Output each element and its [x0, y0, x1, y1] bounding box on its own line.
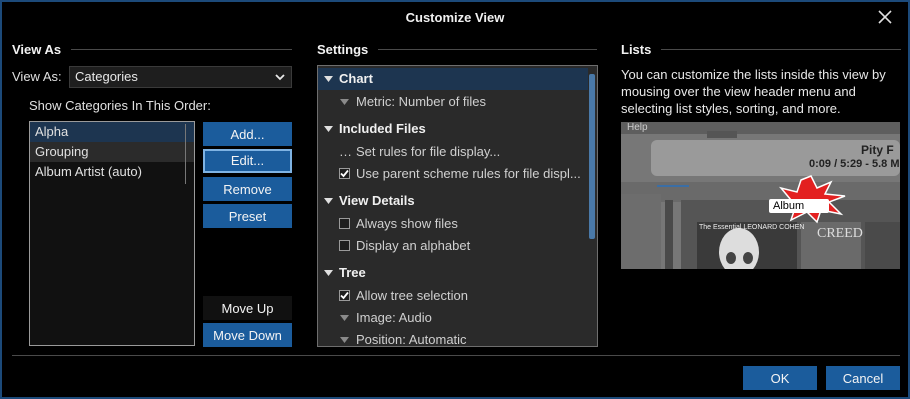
- scrollbar-thumb[interactable]: [589, 74, 595, 239]
- settings-section-title: Settings: [317, 41, 369, 57]
- section-divider: [661, 48, 901, 50]
- setting-allow-tree-selection[interactable]: Allow tree selection: [318, 285, 588, 307]
- section-divider: [378, 48, 597, 50]
- expanded-triangle-icon: [324, 198, 333, 204]
- footer-divider: [12, 355, 900, 356]
- move-down-button[interactable]: Move Down: [203, 323, 292, 347]
- category-order-label: Show Categories In This Order:: [29, 98, 211, 113]
- view-as-section-title: View As: [12, 41, 62, 57]
- setting-always-show-files[interactable]: Always show files: [318, 213, 588, 235]
- edit-button[interactable]: Edit...: [203, 149, 292, 173]
- settings-group-included-files[interactable]: Included Files: [318, 118, 588, 140]
- group-label: Tree: [339, 265, 366, 280]
- setting-metric[interactable]: Metric: Number of files: [318, 91, 588, 113]
- category-order-list[interactable]: Alpha Grouping Album Artist (auto): [29, 121, 195, 346]
- preview-cover-text: CREED: [817, 226, 863, 241]
- customize-view-dialog: Customize View View As View As: Categori…: [0, 0, 910, 399]
- expanded-triangle-icon: [324, 126, 333, 132]
- setting-image[interactable]: Image: Audio: [318, 307, 588, 329]
- option-label: Image: Audio: [356, 310, 432, 325]
- checkbox-unchecked-icon[interactable]: [339, 218, 350, 229]
- checkbox-checked-icon[interactable]: [339, 290, 350, 301]
- lists-preview-image: Help Pity F 0:09 / 5:29 - 5.8 M Album Th…: [621, 122, 900, 269]
- dropdown-triangle-icon: [340, 337, 349, 343]
- settings-group-tree[interactable]: Tree: [318, 262, 588, 284]
- preview-album-header: Album: [773, 200, 805, 212]
- move-up-button[interactable]: Move Up: [203, 296, 292, 320]
- ok-button[interactable]: OK: [743, 366, 817, 390]
- checkbox-checked-icon[interactable]: [339, 168, 350, 179]
- list-item[interactable]: Alpha: [30, 122, 194, 142]
- group-label: Chart: [339, 71, 373, 86]
- checkbox-unchecked-icon[interactable]: [339, 240, 350, 251]
- dialog-title: Customize View: [405, 10, 505, 25]
- option-label: Display an alphabet: [356, 238, 471, 253]
- dropdown-triangle-icon: [340, 99, 349, 105]
- cancel-button[interactable]: Cancel: [826, 366, 900, 390]
- lists-section-header: Lists: [621, 40, 901, 58]
- expanded-triangle-icon: [324, 76, 333, 82]
- option-label: Allow tree selection: [356, 288, 468, 303]
- settings-section-header: Settings: [317, 40, 597, 58]
- ellipsis-icon: …: [339, 144, 352, 159]
- setting-use-parent-rules[interactable]: Use parent scheme rules for file displ..…: [318, 163, 588, 185]
- close-icon[interactable]: [874, 6, 896, 28]
- lists-section-title: Lists: [621, 41, 652, 57]
- preview-menu-text: Help: [627, 122, 648, 133]
- option-label: Metric: Number of files: [356, 94, 487, 109]
- group-label: Included Files: [339, 121, 426, 136]
- view-as-section-header: View As: [12, 40, 292, 58]
- remove-button[interactable]: Remove: [203, 177, 292, 201]
- view-as-label: View As:: [12, 69, 62, 84]
- list-item[interactable]: Album Artist (auto): [30, 162, 194, 182]
- add-button[interactable]: Add...: [203, 122, 292, 146]
- expanded-triangle-icon: [324, 270, 333, 276]
- lists-description: You can customize the lists inside this …: [621, 67, 886, 116]
- option-label: Use parent scheme rules for file displ..…: [356, 166, 581, 181]
- view-as-select[interactable]: Categories: [69, 66, 292, 88]
- option-label: Set rules for file display...: [356, 144, 501, 159]
- settings-group-chart[interactable]: Chart: [318, 68, 588, 90]
- settings-tree[interactable]: Chart Metric: Number of files Included F…: [317, 65, 598, 347]
- chevron-down-icon: [274, 70, 286, 84]
- preview-track-title: Pity F: [861, 143, 894, 157]
- dropdown-triangle-icon: [340, 315, 349, 321]
- view-as-selected-value: Categories: [75, 69, 138, 84]
- preset-button[interactable]: Preset: [203, 204, 292, 228]
- preview-time: 0:09 / 5:29 - 5.8 M: [809, 158, 900, 170]
- setting-position[interactable]: Position: Automatic: [318, 329, 588, 347]
- option-label: Position: Automatic: [356, 332, 467, 347]
- list-item[interactable]: Grouping: [30, 142, 194, 162]
- preview-cover-text: The Essential LEONARD COHEN: [699, 224, 805, 231]
- section-divider: [71, 48, 292, 50]
- setting-display-alphabet[interactable]: Display an alphabet: [318, 235, 588, 257]
- list-divider: [185, 124, 186, 184]
- settings-group-view-details[interactable]: View Details: [318, 190, 588, 212]
- setting-file-rules[interactable]: … Set rules for file display...: [318, 141, 588, 163]
- option-label: Always show files: [356, 216, 458, 231]
- group-label: View Details: [339, 193, 415, 208]
